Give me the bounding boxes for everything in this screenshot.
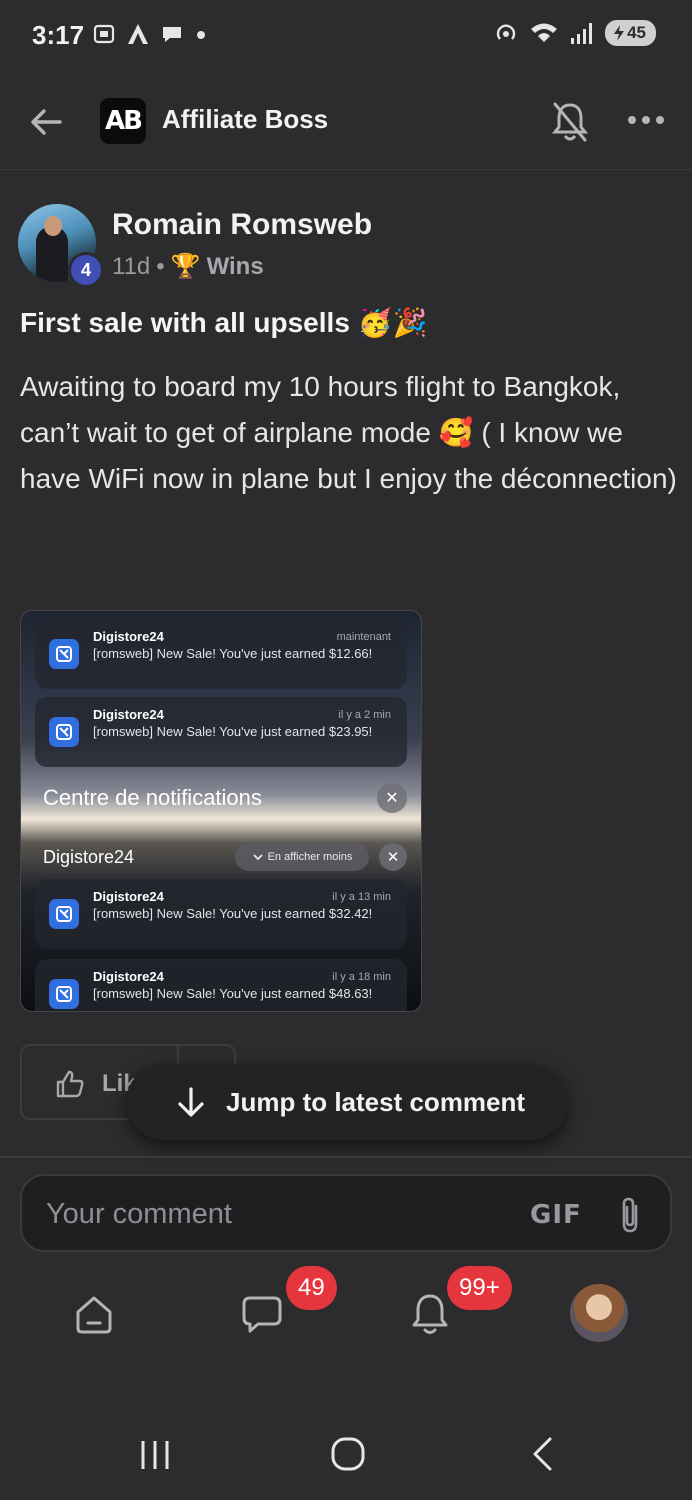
digistore-icon (49, 899, 79, 929)
notification-text: [romsweb] New Sale! You've just earned $… (93, 646, 373, 661)
notification-card: Digistore24 il y a 13 min [romsweb] New … (35, 879, 407, 949)
notification-text: [romsweb] New Sale! You've just earned $… (93, 906, 373, 921)
level-badge: 4 (68, 252, 104, 288)
notification-card: Digistore24 il y a 18 min [romsweb] New … (35, 959, 407, 1011)
battery-level: 45 (627, 23, 646, 42)
charging-bolt-icon (614, 25, 625, 41)
back-arrow-icon[interactable] (26, 102, 66, 142)
notification-text: [romsweb] New Sale! You've just earned $… (93, 986, 373, 1001)
trophy-icon: 🏆 (170, 253, 201, 280)
battery-icon: 45 (605, 20, 656, 46)
bell-off-icon[interactable] (550, 100, 590, 144)
home-button-icon[interactable] (330, 1436, 366, 1472)
notification-card: Digistore24 maintenant [romsweb] New Sal… (35, 619, 407, 689)
divider (0, 1156, 692, 1158)
author-name[interactable]: Romain Romsweb (112, 208, 372, 242)
post-title: First sale with all upsells 🥳🎉 (20, 307, 428, 338)
digistore-icon (49, 639, 79, 669)
post-body: Awaiting to board my 10 hours flight to … (20, 371, 677, 494)
status-right-icons: 45 (493, 20, 656, 46)
thumbs-up-icon (56, 1070, 84, 1098)
post-category[interactable]: Wins (207, 253, 264, 281)
chat-badge: 49 (286, 1266, 337, 1310)
dot-icon (197, 31, 205, 39)
post-age: 11d (112, 252, 151, 280)
notification-text: [romsweb] New Sale! You've just earned $… (93, 724, 373, 739)
recent-apps-icon[interactable] (138, 1438, 172, 1472)
arrow-down-icon (178, 1087, 204, 1117)
profile-avatar[interactable] (570, 1284, 628, 1342)
notification-app: Digistore24 (93, 629, 164, 644)
notification-app: Digistore24 (93, 969, 164, 984)
app-a-icon (128, 24, 148, 44)
app-header: AB Affiliate Boss (0, 72, 692, 170)
meta-separator: • (156, 252, 165, 280)
bell-icon[interactable] (406, 1290, 454, 1338)
status-time: 3:17 (32, 20, 85, 50)
home-icon[interactable] (70, 1290, 118, 1338)
avatar-head (44, 216, 62, 236)
community-logo[interactable]: AB (100, 98, 146, 144)
bottom-nav: 49 99+ (0, 1262, 692, 1372)
close-icon: ✕ (379, 843, 407, 871)
system-navigation (0, 1400, 692, 1500)
system-back-icon[interactable] (528, 1436, 558, 1472)
chat-bubble-icon (163, 27, 181, 42)
more-options-icon[interactable] (626, 108, 666, 132)
notification-app: Digistore24 (93, 889, 164, 904)
notification-app: Digistore24 (93, 707, 164, 722)
wifi-icon (531, 23, 558, 42)
chat-icon[interactable] (238, 1290, 286, 1338)
show-less-chip: En afficher moins (235, 843, 369, 871)
notification-time: il y a 18 min (332, 971, 391, 983)
post-meta: 11d • 🏆 Wins (112, 252, 264, 281)
digistore-icon (49, 717, 79, 747)
hotspot-icon (496, 24, 516, 40)
gif-button[interactable]: GIF (530, 1200, 582, 1230)
notification-time: maintenant (336, 631, 391, 643)
notification-card: Digistore24 il y a 2 min [romsweb] New S… (35, 697, 407, 767)
status-left-icons (92, 22, 208, 46)
status-bar: 3:17 45 (0, 0, 692, 72)
paperclip-icon[interactable] (614, 1194, 646, 1236)
screenshot-icon (93, 24, 115, 44)
notifications-badge: 99+ (447, 1266, 512, 1310)
signal-icon (571, 23, 593, 44)
comment-bar: GIF (20, 1174, 672, 1252)
comment-input[interactable] (46, 1194, 486, 1234)
close-icon: ✕ (377, 783, 407, 813)
community-title[interactable]: Affiliate Boss (162, 104, 328, 135)
show-less-label: En afficher moins (267, 851, 353, 863)
notification-time: il y a 2 min (338, 709, 391, 721)
jump-to-latest-comment-button[interactable]: Jump to latest comment (126, 1064, 568, 1140)
notification-group-title: Digistore24 (43, 847, 135, 867)
digistore-icon (49, 979, 79, 1009)
notification-center-title: Centre de notifications (43, 785, 262, 810)
chevron-down-icon (252, 854, 263, 861)
post-image[interactable]: Digistore24 maintenant [romsweb] New Sal… (20, 610, 422, 1012)
notification-time: il y a 13 min (332, 891, 391, 903)
jump-label: Jump to latest comment (226, 1086, 526, 1117)
